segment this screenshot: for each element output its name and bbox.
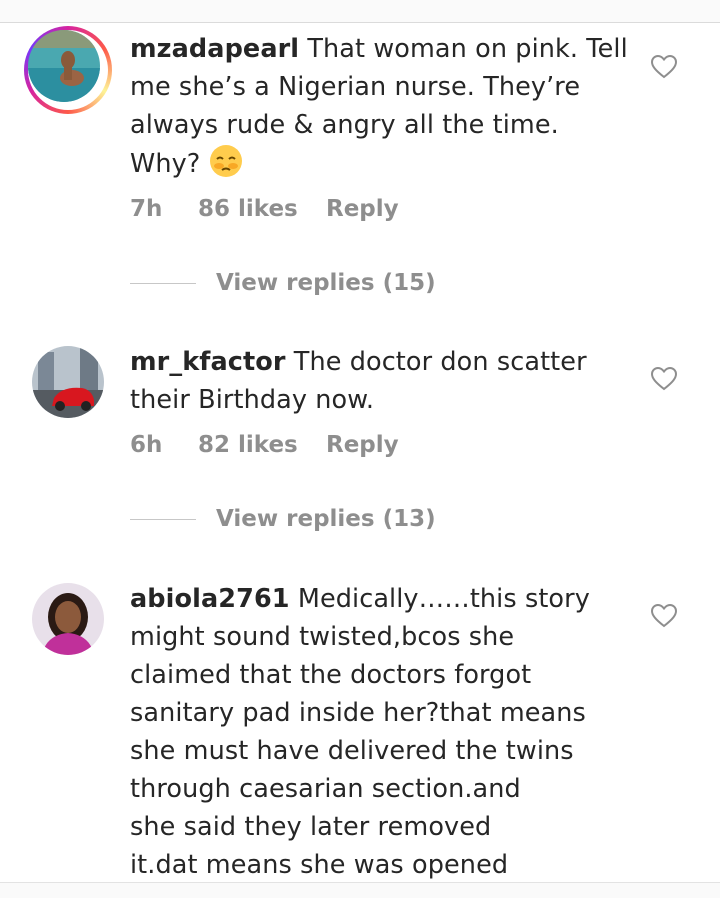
view-replies-button[interactable]: View replies (15) <box>130 270 436 296</box>
comment-time: 7h <box>130 196 163 222</box>
heart-outline-icon[interactable] <box>651 604 677 628</box>
avatar[interactable] <box>32 583 104 655</box>
comment-username[interactable]: abiola2761 <box>130 584 290 614</box>
heart-outline-icon[interactable] <box>651 367 677 391</box>
reply-button[interactable]: Reply <box>326 196 399 222</box>
comment-text: Medically……this story might sound twiste… <box>130 584 590 880</box>
comment-body: mr_kfactor The doctor don scatter their … <box>130 343 630 419</box>
reply-button[interactable]: Reply <box>326 432 399 458</box>
likes-count[interactable]: 86 likes <box>198 196 326 222</box>
comment-body: mzadapearl That woman on pink. Tell me s… <box>130 30 630 183</box>
avatar[interactable] <box>32 346 104 418</box>
view-replies-label: View replies (13) <box>216 506 436 532</box>
story-ring[interactable] <box>24 26 112 114</box>
worried-face-emoji <box>209 145 242 177</box>
likes-count[interactable]: 82 likes <box>198 432 326 458</box>
top-bar <box>0 0 720 23</box>
divider-line <box>130 518 196 520</box>
heart-outline-icon[interactable] <box>651 55 677 79</box>
view-replies-label: View replies (15) <box>216 270 436 296</box>
divider-line <box>130 282 196 284</box>
comment-username[interactable]: mr_kfactor <box>130 347 286 377</box>
comment-meta: 7h 86 likes Reply <box>130 196 399 222</box>
avatar[interactable] <box>28 30 100 102</box>
comment-meta: 6h 82 likes Reply <box>130 432 399 458</box>
comment-body: abiola2761 Medically……this story might s… <box>130 580 630 884</box>
bottom-bar <box>0 882 720 898</box>
comment-time: 6h <box>130 432 163 458</box>
comment-username[interactable]: mzadapearl <box>130 34 299 64</box>
view-replies-button[interactable]: View replies (13) <box>130 506 436 532</box>
